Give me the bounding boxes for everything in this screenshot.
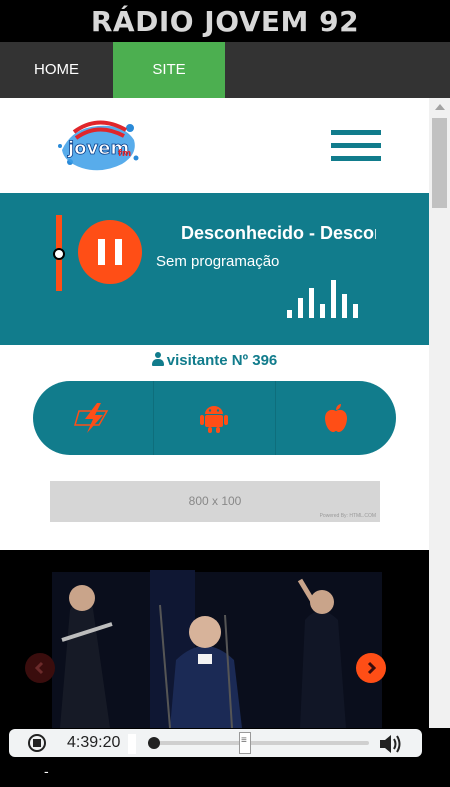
app-title: RÁDIO JOVEM 92 bbox=[90, 5, 360, 38]
chevron-right-icon bbox=[367, 661, 377, 675]
footer-text: - bbox=[44, 763, 49, 779]
hamburger-icon[interactable] bbox=[331, 130, 381, 162]
android-icon bbox=[200, 406, 229, 433]
stop-icon[interactable] bbox=[28, 734, 46, 752]
scroll-thumb[interactable] bbox=[432, 118, 447, 208]
radio-player: Desconhecido - Desconhecido Sem programa… bbox=[0, 193, 429, 345]
slider-prev-button[interactable] bbox=[25, 653, 55, 683]
user-icon bbox=[151, 352, 164, 366]
tab-site[interactable]: SITE bbox=[113, 42, 225, 98]
concert-photo bbox=[0, 550, 429, 728]
app-links bbox=[33, 381, 396, 455]
seek-thumb[interactable] bbox=[148, 737, 160, 749]
pause-button[interactable] bbox=[78, 220, 142, 284]
ad-banner[interactable]: 800 x 100 Powered By: HTML.COM bbox=[50, 481, 380, 522]
banner-credit: Powered By: HTML.COM bbox=[319, 513, 376, 519]
program-name: Sem programação bbox=[156, 253, 280, 270]
chevron-left-icon bbox=[34, 661, 44, 675]
visitor-label: visitante Nº 396 bbox=[166, 352, 278, 369]
site-header: jovem fm bbox=[0, 98, 429, 193]
android-app-button[interactable] bbox=[153, 381, 274, 455]
web-frame: jovem fm Desconhecido - Desconhecido Sem… bbox=[0, 98, 450, 728]
tab-bar: HOME SITE bbox=[0, 42, 450, 98]
apple-app-button[interactable] bbox=[274, 381, 396, 455]
audio-control-bar: 4:39:20 bbox=[9, 729, 422, 757]
apple-icon bbox=[324, 404, 347, 432]
logo-suffix: fm bbox=[118, 149, 131, 159]
seek-track[interactable] bbox=[149, 741, 369, 745]
playback-time: 4:39:20 bbox=[67, 734, 121, 751]
tab-home[interactable]: HOME bbox=[0, 42, 113, 98]
scrollbar[interactable] bbox=[429, 98, 450, 728]
slider-next-button[interactable] bbox=[356, 653, 386, 683]
banner-size-label: 800 x 100 bbox=[188, 494, 242, 508]
song-title: Desconhecido - Desconhecido bbox=[181, 223, 376, 243]
flash-app-button[interactable] bbox=[33, 381, 153, 455]
volume-slider-knob[interactable] bbox=[53, 248, 65, 260]
flash-icon bbox=[74, 403, 109, 433]
app-window: RÁDIO JOVEM 92 HOME SITE jovem fm Descon… bbox=[0, 0, 450, 787]
seek-drag-handle[interactable] bbox=[239, 732, 251, 754]
logo[interactable]: jovem fm bbox=[52, 110, 144, 180]
equalizer-icon bbox=[287, 280, 367, 318]
scroll-up-icon[interactable] bbox=[435, 104, 445, 110]
visitor-counter: visitante Nº 396 bbox=[0, 352, 429, 369]
image-slider[interactable] bbox=[0, 550, 429, 728]
volume-icon[interactable] bbox=[378, 733, 404, 755]
